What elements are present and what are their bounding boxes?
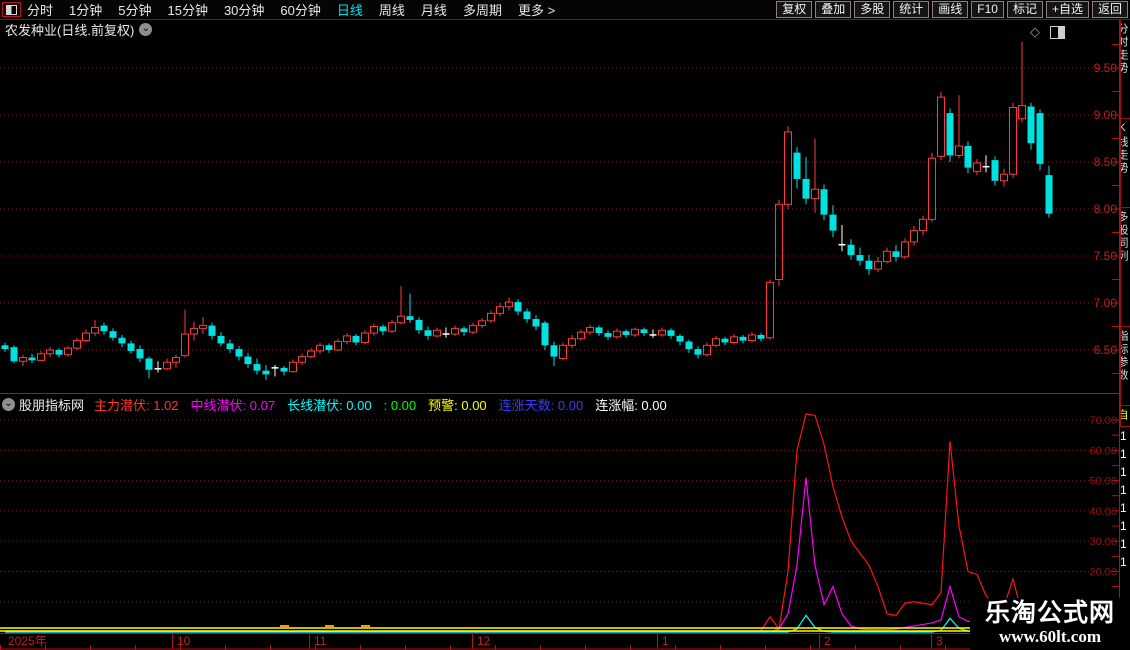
period-item[interactable]: 月线 — [421, 0, 447, 19]
period-item[interactable]: 1分钟 — [69, 0, 102, 19]
side-quote-digits-clipped: 11111111 — [1120, 429, 1127, 569]
svg-text:3: 3 — [936, 634, 943, 648]
toolbar-buttons: 复权 叠加 多股 统计 画线 F10 标记 +自选 返回 — [776, 1, 1128, 18]
svg-text:50.00: 50.00 — [1089, 476, 1117, 488]
toolbar-button[interactable]: 统计 — [893, 1, 930, 18]
svg-text:10: 10 — [177, 634, 191, 648]
period-item[interactable]: 15分钟 — [167, 0, 207, 19]
svg-text:20.00: 20.00 — [1089, 566, 1117, 578]
toolbar-button[interactable]: 返回 — [1091, 1, 1128, 18]
period-item[interactable]: 周线 — [379, 0, 405, 19]
chart-title: 农发种业(日线.前复权) — [5, 23, 135, 38]
indicator-field: 预警: 0.00 — [428, 397, 487, 413]
period-item[interactable]: 分时 — [27, 0, 53, 19]
watermark-url: www.60lt.com — [999, 627, 1101, 646]
toolbar-button[interactable]: F10 — [971, 1, 1004, 18]
svg-text:40.00: 40.00 — [1089, 506, 1117, 518]
diamond-icon[interactable]: ◇ — [1030, 24, 1040, 40]
indicator-field: 中线潜伏: 0.07 — [190, 397, 276, 413]
period-item[interactable]: 30分钟 — [224, 0, 264, 19]
watermark-site-name: 乐淘公式网 — [984, 599, 1115, 627]
toolbar-button[interactable]: 标记 — [1006, 1, 1043, 18]
side-tab-clipped[interactable]: 多股同列 — [1120, 207, 1130, 327]
period-item[interactable]: 5分钟 — [118, 0, 151, 19]
side-tab-clipped[interactable]: 分时走势 — [1120, 19, 1130, 119]
toolbar-button[interactable]: +自选 — [1045, 1, 1089, 18]
svg-text:12: 12 — [477, 634, 491, 648]
indicator-field: 长线潜伏: 0.00 — [287, 397, 372, 413]
indicator-fields: 主力潜伏: 1.02 中线潜伏: 0.07 长线潜伏: 0.00 : 0.00 预警: … — [94, 395, 679, 414]
indicator-field: : 0.00 — [383, 397, 417, 413]
side-tab-clipped[interactable]: 自 — [1120, 405, 1130, 427]
svg-text:2: 2 — [824, 634, 831, 648]
watermark: 乐淘公式网 www.60lt.com — [970, 598, 1130, 650]
toolbar-button[interactable]: 叠加 — [815, 1, 852, 18]
indicator-header: ⌄ 股朋指标网 主力潜伏: 1.02 中线潜伏: 0.07 长线潜伏: 0.00 : … — [0, 395, 679, 414]
side-tab-clipped[interactable]: 指标参数 — [1120, 326, 1130, 406]
chart-title-row: 农发种业(日线.前复权) ⌄ — [0, 20, 153, 39]
indicator-field: 连涨天数: 0.00 — [498, 397, 584, 413]
svg-text:2025年: 2025年 — [8, 634, 47, 648]
period-menu: 分时 1分钟 5分钟 15分钟 30分钟 60分钟 日线 周线 月线 多周期 更多 > — [27, 0, 555, 19]
period-item[interactable]: 日线 — [337, 0, 363, 19]
svg-text:70.00: 70.00 — [1089, 415, 1117, 427]
toolbar-button[interactable]: 复权 — [776, 1, 813, 18]
indicator-source-label: 股朋指标网 — [19, 397, 85, 413]
period-item[interactable]: 多周期 — [463, 0, 502, 19]
split-pane-icon[interactable] — [1050, 25, 1065, 39]
side-tab-clipped[interactable]: K线走势 — [1120, 118, 1130, 208]
toolbar-button[interactable]: 画线 — [932, 1, 969, 18]
stock-chart-canvas[interactable]: 9.509.008.508.007.507.006.5070.0060.0050… — [0, 0, 1130, 650]
svg-text:1: 1 — [662, 634, 669, 648]
split-window-icon[interactable] — [2, 2, 21, 17]
toolbar-button[interactable]: 多股 — [854, 1, 891, 18]
chart-corner-icons: ◇ — [1030, 24, 1065, 40]
chevron-down-icon[interactable]: ⌄ — [139, 23, 153, 36]
period-item[interactable]: 60分钟 — [280, 0, 320, 19]
svg-text:30.00: 30.00 — [1089, 536, 1117, 548]
chevron-down-icon[interactable]: ⌄ — [2, 397, 15, 411]
indicator-field: 主力潜伏: 1.02 — [94, 397, 179, 413]
svg-text:60.00: 60.00 — [1089, 445, 1117, 457]
period-item[interactable]: 更多 > — [518, 0, 555, 19]
right-edge-panel[interactable]: 分时走势 K线走势 多股同列 指标参数自 1 1 1 1 1 1 1 1 — [1120, 19, 1130, 650]
indicator-field: 连涨幅: 0.00 — [595, 397, 667, 413]
top-toolbar: 分时 1分钟 5分钟 15分钟 30分钟 60分钟 日线 周线 月线 多周期 更多 > 复权 叠加 多股… — [0, 0, 1130, 20]
